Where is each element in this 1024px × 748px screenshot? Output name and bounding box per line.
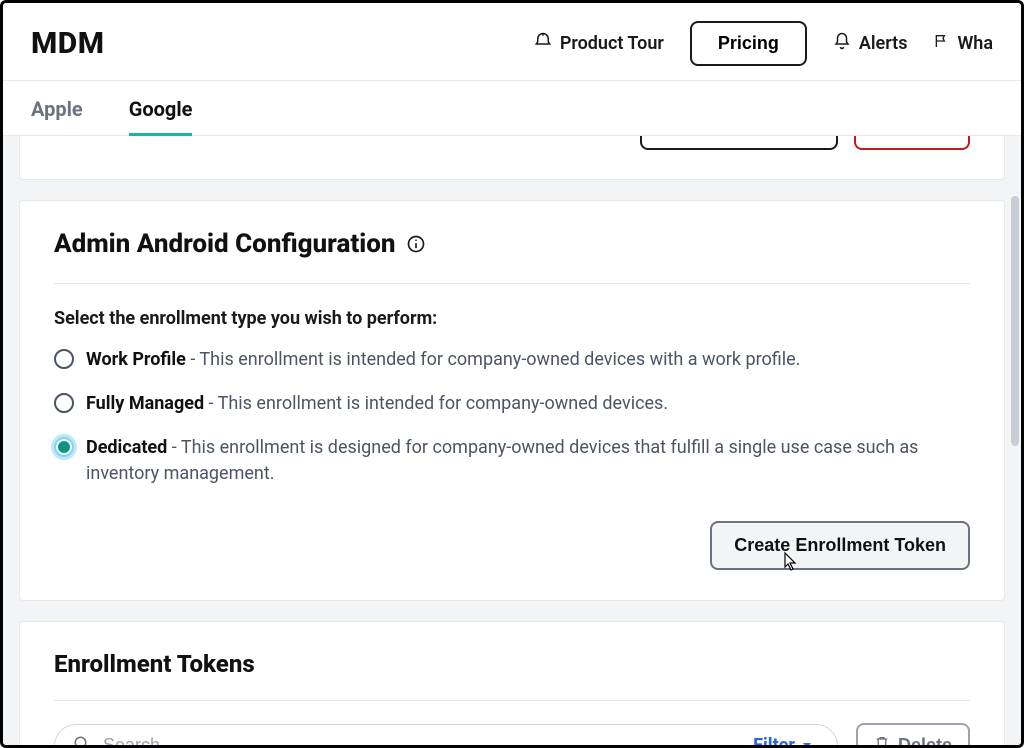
alerts-link[interactable]: Alerts [833, 32, 908, 55]
bell-outline-icon [534, 32, 552, 55]
tokens-search[interactable]: Filter [54, 724, 838, 748]
radio-input-work-profile[interactable] [54, 349, 74, 369]
trash-icon [874, 735, 890, 748]
flag-icon [933, 33, 949, 54]
tokens-title: Enrollment Tokens [54, 650, 970, 701]
search-icon [73, 735, 91, 748]
radio-dedicated[interactable]: Dedicated - This enrollment is designed … [54, 435, 970, 487]
platform-tabs: Apple Google [3, 81, 1021, 136]
pricing-button[interactable]: Pricing [690, 21, 807, 66]
radio-label-fully-managed: Fully Managed - This enrollment is inten… [86, 391, 668, 417]
tab-google[interactable]: Google [129, 81, 193, 135]
content-area: Admin Android Configuration Select the e… [3, 136, 1021, 748]
product-tour-label: Product Tour [560, 33, 664, 54]
enrollment-tokens-card: Enrollment Tokens Filter [19, 621, 1005, 748]
filter-label: Filter [753, 735, 795, 748]
radio-label-dedicated: Dedicated - This enrollment is designed … [86, 435, 970, 487]
radio-input-fully-managed[interactable] [54, 393, 74, 413]
product-tour-link[interactable]: Product Tour [534, 32, 664, 55]
partial-button-dark[interactable] [640, 136, 838, 150]
filter-button[interactable]: Filter [753, 735, 813, 748]
logo: MDM [31, 26, 105, 61]
create-enrollment-token-button[interactable]: Create Enrollment Token [710, 521, 970, 570]
radio-input-dedicated[interactable] [54, 437, 74, 457]
scrollbar[interactable] [1009, 136, 1019, 748]
tokens-search-input[interactable] [103, 735, 741, 748]
delete-label: Delete [898, 735, 952, 748]
whats-new-link[interactable]: Wha [933, 33, 993, 54]
info-icon[interactable] [406, 234, 426, 254]
whats-new-label: Wha [957, 33, 993, 54]
radio-label-work-profile: Work Profile - This enrollment is intend… [86, 347, 800, 373]
header-nav: Product Tour Pricing Alerts Wha [534, 21, 993, 66]
scrollbar-thumb[interactable] [1011, 196, 1019, 446]
enrollment-prompt: Select the enrollment type you wish to p… [54, 308, 970, 329]
delete-button[interactable]: Delete [856, 723, 970, 748]
bell-icon [833, 32, 851, 55]
chevron-down-icon [801, 735, 813, 748]
config-title: Admin Android Configuration [54, 229, 396, 259]
previous-card-bottom [19, 136, 1005, 180]
alerts-label: Alerts [859, 33, 908, 54]
header: MDM Product Tour Pricing Alerts Wha [3, 3, 1021, 81]
tab-apple[interactable]: Apple [31, 81, 83, 135]
partial-button-red[interactable] [854, 136, 970, 150]
radio-fully-managed[interactable]: Fully Managed - This enrollment is inten… [54, 391, 970, 417]
radio-work-profile[interactable]: Work Profile - This enrollment is intend… [54, 347, 970, 373]
admin-android-config-card: Admin Android Configuration Select the e… [19, 200, 1005, 601]
